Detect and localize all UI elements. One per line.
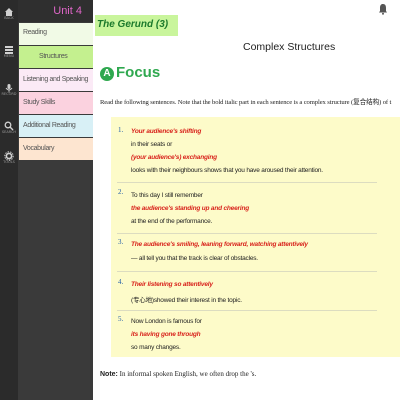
focus-badge: A [100, 67, 114, 81]
sentence-line: To this day I still remember [131, 192, 203, 199]
sentence-line: (专心地)showed their interest in the topic. [131, 297, 242, 304]
sentence-number: 5. [118, 315, 124, 323]
sentence-divider [117, 310, 377, 311]
focus-heading: Focus [116, 64, 161, 81]
rail-back-button[interactable]: BACK [0, 4, 18, 21]
sentence-divider [117, 182, 377, 183]
sentence-line: in their seats or [131, 141, 173, 148]
rail-tools-button[interactable]: TOOLS [0, 148, 18, 165]
section-title: The Gerund (3) [97, 19, 169, 30]
sentence-divider [117, 271, 377, 272]
rail-back-label: BACK [4, 16, 14, 20]
rail-tools-label: TOOLS [3, 160, 15, 164]
page-title: Complex Structures [243, 41, 336, 53]
rail-record-button[interactable]: RECORD [0, 80, 18, 97]
main-content: The Gerund (3) Complex Structures A Focu… [93, 0, 400, 400]
sentence-number: 4. [118, 278, 124, 286]
sentence-line: so many changes. [131, 344, 181, 351]
sentence-line: Their listening so attentively [131, 281, 213, 288]
sentence-number: 3. [118, 238, 124, 246]
unit-title: Unit 4 [18, 0, 93, 22]
bell-icon[interactable] [376, 2, 390, 16]
sentence-line: its having gone through [131, 331, 201, 338]
gear-icon [0, 148, 18, 161]
sidebar-item-additional-reading[interactable]: Additional Reading [19, 115, 93, 137]
sidebar-item-vocabulary[interactable]: Vocabulary [19, 138, 93, 160]
rail-menu-label: MENU [3, 54, 15, 58]
microphone-icon [0, 80, 18, 93]
sentence-divider [117, 233, 377, 234]
sidebar-item-listening-speaking[interactable]: Listening and Speaking [19, 69, 93, 91]
note: Note: In informal spoken English, we oft… [100, 370, 256, 378]
rail-search-button[interactable]: SEARCH [0, 118, 18, 135]
sentence-line: — all tell you that the track is clear o… [131, 255, 258, 262]
sentence-line: at the end of the performance. [131, 218, 213, 225]
home-icon [0, 4, 18, 16]
note-text: In informal spoken English, we often dro… [119, 370, 257, 378]
sentence-line: (your audience's) exchanging [131, 154, 217, 161]
icon-rail: BACK MENU RECORD SEARCH TOOLS [0, 0, 18, 400]
sidebar: Unit 4 Reading Structures Listening and … [18, 0, 93, 400]
menu-icon [0, 42, 18, 54]
sidebar-item-reading[interactable]: Reading [19, 23, 93, 45]
instruction-text: Read the following sentences. Note that … [100, 99, 392, 106]
sidebar-item-study-skills[interactable]: Study Skills [19, 92, 93, 114]
sentence-line: the audience's standing up and cheering [131, 205, 249, 212]
sentence-number: 2. [118, 188, 124, 196]
sentence-line: The audience's smiling, leaning forward,… [131, 241, 308, 248]
search-icon [0, 118, 18, 131]
sentence-line: looks with their neighbours shows that y… [131, 167, 323, 174]
note-label: Note: [100, 371, 118, 378]
sentence-line: Now London is famous for [131, 318, 202, 325]
rail-menu-button[interactable]: MENU [0, 42, 18, 59]
sentence-line: Your audience's shifting [131, 128, 202, 135]
rail-search-label: SEARCH [1, 130, 17, 134]
rail-record-label: RECORD [1, 92, 17, 96]
sentence-number: 1. [118, 126, 124, 134]
sidebar-item-structures[interactable]: Structures [19, 46, 93, 68]
